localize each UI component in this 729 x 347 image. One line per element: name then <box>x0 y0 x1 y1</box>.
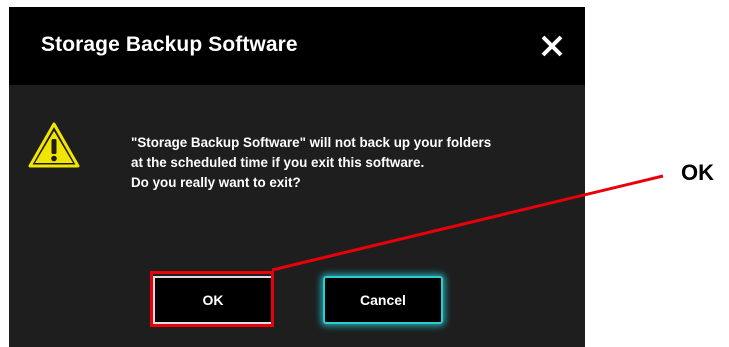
callout-label: OK <box>681 160 714 185</box>
callout-line <box>271 174 664 272</box>
